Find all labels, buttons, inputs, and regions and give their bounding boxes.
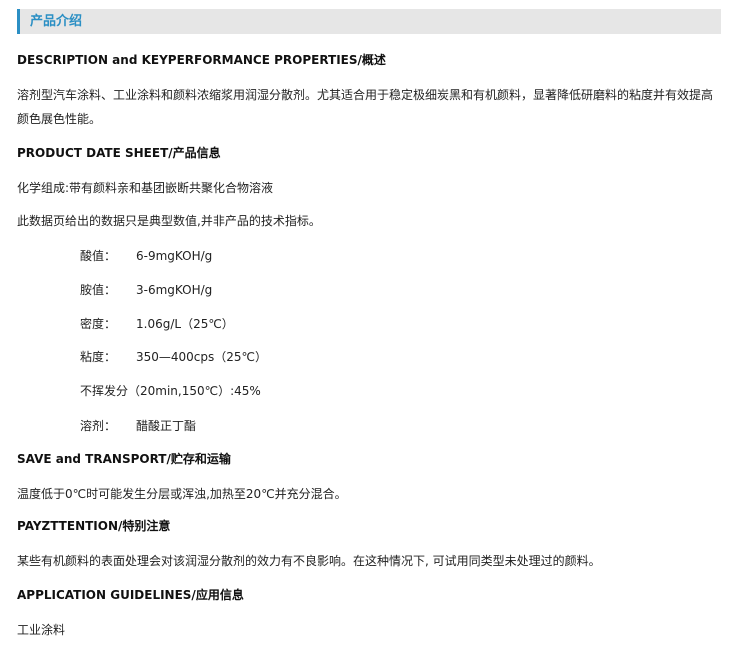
property-label: 胺值： (80, 283, 117, 297)
property-label: 酸值： (80, 249, 117, 263)
product-intro-page: 产品介绍 DESCRIPTION and KEYPERFORMANCE PROP… (0, 0, 729, 649)
product-data-heading: PRODUCT DATE SHEET/产品信息 (17, 146, 221, 160)
application-heading: APPLICATION GUIDELINES/应用信息 (17, 588, 244, 602)
application-text: 工业涂料 (17, 623, 66, 637)
section-header-bar: 产品介绍 (17, 9, 721, 34)
description-heading: DESCRIPTION and KEYPERFORMANCE PROPERTIE… (17, 53, 386, 67)
property-row: 溶剂： 醋酸正丁酯 (80, 418, 196, 434)
description-text-line-2: 颜色展色性能。 (17, 112, 102, 126)
section-title: 产品介绍 (30, 14, 83, 29)
property-row: 粘度： 350—400cps（25℃） (80, 349, 267, 365)
property-row: 不挥发分（20min,150℃）:45% (80, 383, 261, 399)
storage-text: 温度低于0℃时可能发生分层或浑浊,加热至20℃并充分混合。 (17, 487, 347, 501)
property-value: 醋酸正丁酯 (136, 419, 197, 433)
property-row: 酸值： 6-9mgKOH/g (80, 248, 212, 264)
property-value: 6-9mgKOH/g (136, 249, 213, 263)
attention-text: 某些有机颜料的表面处理会对该润湿分散剂的效力有不良影响。在这种情况下, 可试用同… (17, 554, 601, 568)
property-row: 密度： 1.06g/L（25℃） (80, 316, 234, 332)
chemical-composition-text: 化学组成:带有颜料亲和基团嵌断共聚化合物溶液 (17, 181, 274, 195)
storage-heading: SAVE and TRANSPORT/贮存和运输 (17, 452, 231, 466)
property-value: 1.06g/L（25℃） (136, 317, 234, 331)
property-label: 粘度： (80, 350, 117, 364)
property-label: 溶剂： (80, 419, 117, 433)
property-label: 密度： (80, 317, 117, 331)
property-value: 3-6mgKOH/g (136, 283, 213, 297)
property-label: 不挥发分（20min,150℃）:45% (80, 384, 261, 398)
attention-heading: PAYZTTENTION/特别注意 (17, 519, 171, 533)
property-value: 350—400cps（25℃） (136, 350, 268, 364)
disclaimer-text: 此数据页给出的数据只是典型数值,并非产品的技术指标。 (17, 214, 321, 228)
description-text-line-1: 溶剂型汽车涂料、工业涂料和颜料浓缩浆用润湿分散剂。尤其适合用于稳定极细炭黑和有机… (17, 88, 714, 102)
property-row: 胺值： 3-6mgKOH/g (80, 282, 212, 298)
